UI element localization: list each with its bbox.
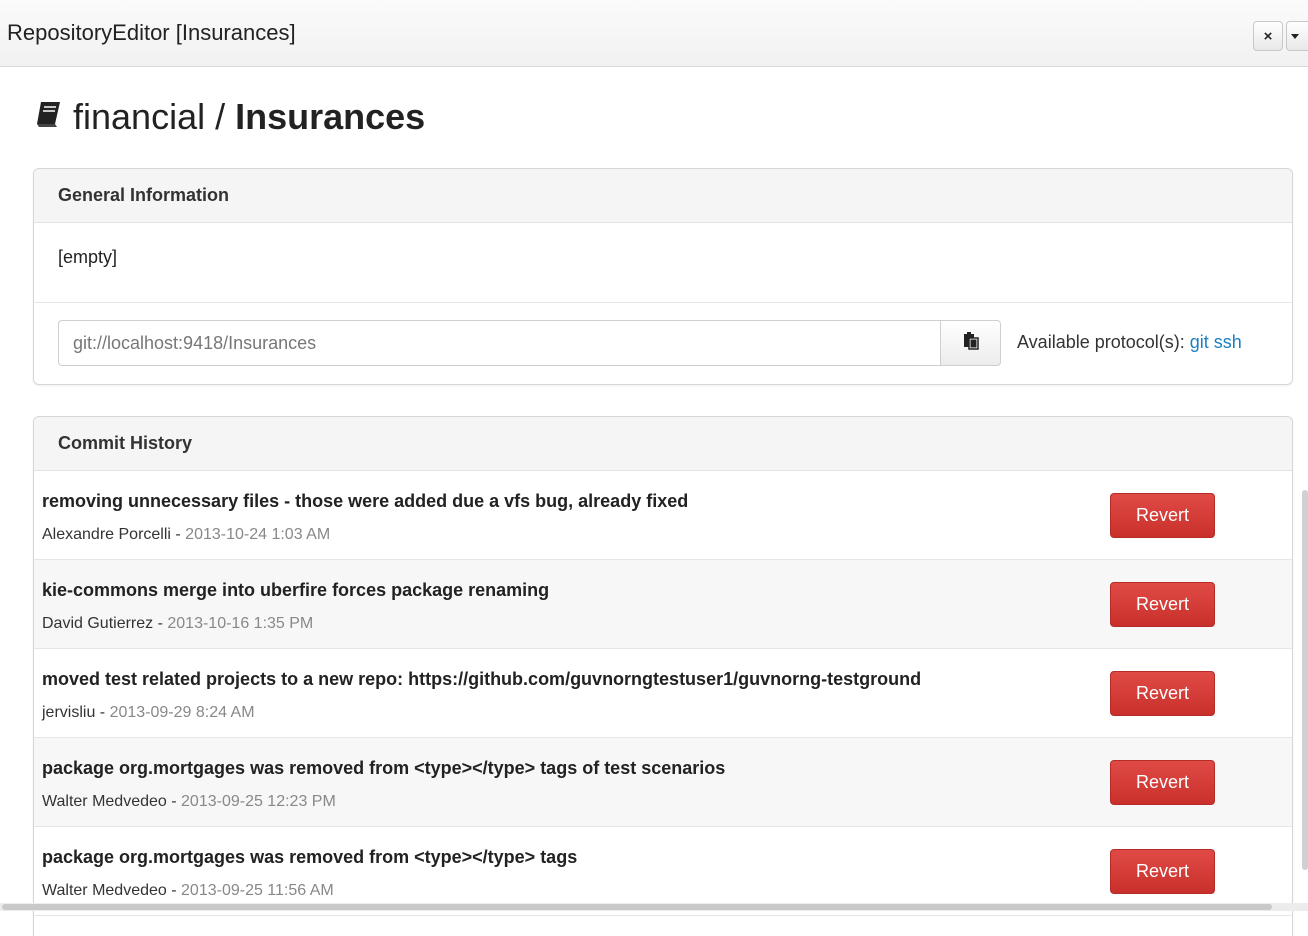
commit-row: kie-commons merge into uberfire forces p… [34,560,1292,649]
window-titlebar: RepositoryEditor [Insurances] × [0,0,1308,67]
window-menu-button[interactable] [1286,21,1308,51]
clipboard-icon [963,331,979,355]
commit-meta: Walter Medvedeo - 2013-09-25 11:56 AM [42,882,334,900]
repo-description: [empty] [34,223,1292,303]
commit-meta-separator: - [170,526,186,543]
protocols-label: Available protocol(s): [1017,332,1185,352]
book-icon [33,96,63,138]
copy-url-button[interactable] [940,320,1001,366]
commit-message: kie-commons merge into uberfire forces p… [42,580,550,600]
commit-meta: David Gutierrez - 2013-10-16 1:35 PM [42,615,313,633]
horizontal-scrollbar[interactable] [0,903,1308,911]
close-icon: × [1263,27,1273,45]
close-button[interactable]: × [1253,21,1283,51]
commit-message: package org.mortgages was removed from <… [42,758,726,778]
revert-button[interactable]: Revert [1110,849,1215,894]
commit-message: moved test related projects to a new rep… [42,669,922,689]
commit-author: Walter Medvedeo [42,882,167,899]
commit-date: 2013-10-16 1:35 PM [167,615,314,632]
commit-date: 2013-09-29 8:24 AM [109,704,255,721]
clone-url-field[interactable]: git://localhost:9418/Insurances [58,320,940,366]
page-title: financial / Insurances [33,96,425,138]
revert-button[interactable]: Revert [1110,760,1215,805]
revert-button[interactable]: Revert [1110,671,1215,716]
commit-meta-separator: - [95,704,110,721]
window-title: RepositoryEditor [Insurances] [7,20,296,45]
general-information-header: General Information [34,169,1292,223]
commit-meta: Walter Medvedeo - 2013-09-25 12:23 PM [42,793,336,811]
available-protocols: Available protocol(s): git ssh [1017,332,1242,353]
repo-name: Insurances [235,96,426,137]
revert-button[interactable]: Revert [1110,582,1215,627]
commit-meta-separator: - [166,882,182,899]
repo-owner: financial [73,96,206,137]
commit-author: jervisliu [42,704,96,721]
commit-meta: jervisliu - 2013-09-29 8:24 AM [42,704,255,722]
commit-date: 2013-10-24 1:03 AM [185,526,331,543]
commit-history-panel: Commit History removing unnecessary file… [33,416,1293,936]
commit-meta: Alexandre Porcelli - 2013-10-24 1:03 AM [42,526,330,544]
commit-row: removing unnecessary files - those were … [34,471,1292,560]
commit-date: 2013-09-25 11:56 AM [181,882,334,899]
commit-message: removing unnecessary files - those were … [42,491,689,511]
commit-row: moved test related projects to a new rep… [34,649,1292,738]
revert-button[interactable]: Revert [1110,493,1215,538]
title-separator: / [215,96,226,137]
horizontal-scrollbar-thumb[interactable] [2,904,1272,910]
commit-date: 2013-09-25 12:23 PM [181,793,336,810]
commit-meta-separator: - [166,793,182,810]
commit-message: package org.mortgages was removed from <… [42,847,578,867]
commit-author: Walter Medvedeo [42,793,167,810]
chevron-down-icon [1291,33,1299,39]
commit-history-header: Commit History [34,417,1292,471]
vertical-scrollbar[interactable] [1302,490,1308,870]
clone-url-row: git://localhost:9418/Insurances Availabl… [34,303,1292,385]
commit-author: Alexandre Porcelli [42,526,171,543]
commit-list: removing unnecessary files - those were … [34,471,1292,916]
protocol-git-link[interactable]: git [1190,332,1209,352]
commit-row: package org.mortgages was removed from <… [34,738,1292,827]
protocol-ssh-link[interactable]: ssh [1214,332,1242,352]
general-information-panel: General Information [empty] git://localh… [33,168,1293,385]
commit-meta-separator: - [153,615,168,632]
commit-author: David Gutierrez [42,615,154,632]
